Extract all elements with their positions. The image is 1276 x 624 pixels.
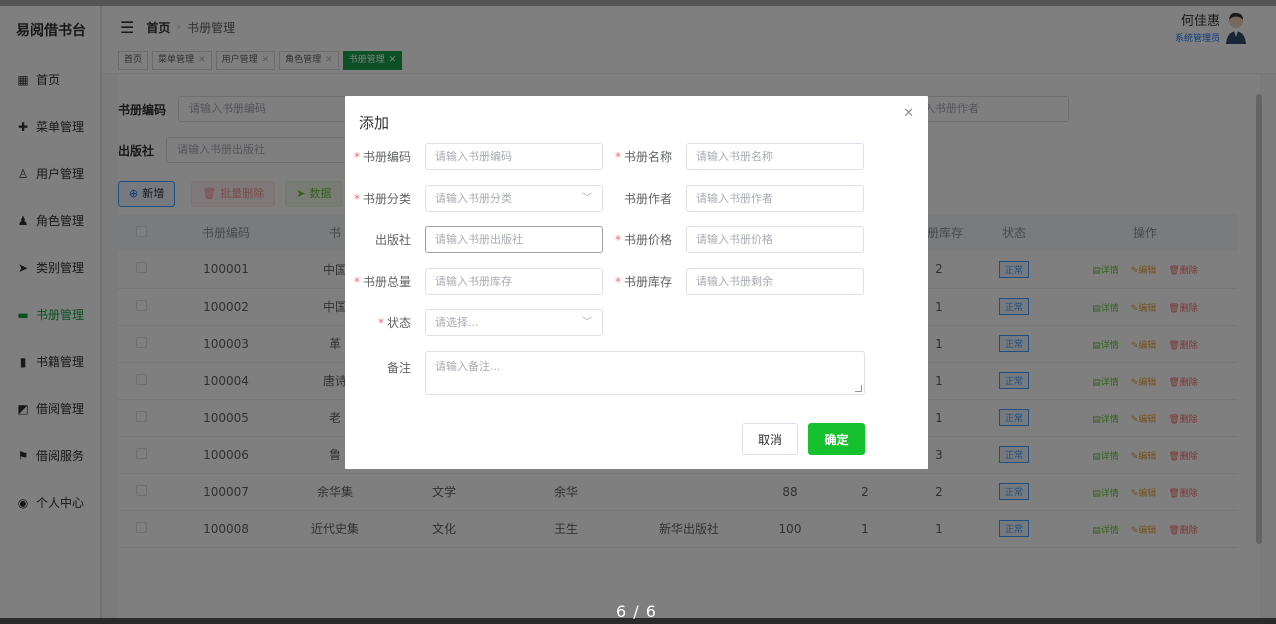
total-input[interactable]: 请输入书册库存	[425, 268, 603, 295]
field-remark: 备注 请输入备注...	[345, 351, 865, 395]
field-author-label: 书册作者	[623, 192, 672, 206]
close-icon[interactable]: ✕	[903, 106, 914, 121]
confirm-button[interactable]: 确定	[808, 423, 865, 455]
chevron-down-icon: ﹀	[582, 317, 592, 328]
field-name-label: * 书册名称	[614, 150, 672, 164]
field-author: 书册作者 请输入书册作者	[606, 185, 864, 212]
remark-placeholder: 请输入备注...	[435, 360, 501, 373]
category-select[interactable]: 请输入书册分类 ﹀	[425, 185, 603, 212]
field-code: * 书册编码 请输入书册编码	[345, 143, 603, 170]
cancel-button[interactable]: 取消	[742, 423, 798, 455]
field-stock: * 书册库存 请输入书册剩余	[606, 268, 864, 295]
window-top-strip	[0, 0, 1276, 6]
page-indicator: 6 / 6	[616, 602, 657, 621]
publisher-input[interactable]: 请输入书册出版社	[425, 226, 603, 253]
field-status: * 状态 请选择... ﹀	[345, 309, 603, 336]
stock-input[interactable]: 请输入书册剩余	[686, 268, 864, 295]
field-code-label: * 书册编码	[353, 150, 411, 164]
field-stock-label: * 书册库存	[614, 275, 672, 289]
field-price-label: * 书册价格	[614, 233, 672, 247]
field-status-label: * 状态	[377, 316, 411, 330]
resize-handle-icon[interactable]	[855, 385, 862, 392]
field-total: * 书册总量 请输入书册库存	[345, 268, 603, 295]
status-select[interactable]: 请选择... ﹀	[425, 309, 603, 336]
field-publisher: 出版社 请输入书册出版社	[345, 226, 603, 253]
field-category: * 书册分类 请输入书册分类 ﹀	[345, 185, 603, 212]
code-input[interactable]: 请输入书册编码	[425, 143, 603, 170]
field-remark-label: 备注	[386, 361, 411, 375]
chevron-down-icon: ﹀	[582, 193, 592, 204]
field-price: * 书册价格 请输入书册价格	[606, 226, 864, 253]
field-publisher-label: 出版社	[374, 233, 411, 247]
add-book-dialog: 添加 ✕ * 书册编码 请输入书册编码 * 书册名称 请输入书册名称 * 书册分类 请…	[345, 96, 928, 469]
dialog-title: 添加	[359, 114, 390, 132]
author-input[interactable]: 请输入书册作者	[686, 185, 864, 212]
field-total-label: * 书册总量	[353, 275, 411, 289]
remark-textarea[interactable]: 请输入备注...	[425, 351, 865, 395]
name-input[interactable]: 请输入书册名称	[686, 143, 864, 170]
status-placeholder: 请选择...	[435, 316, 479, 329]
field-name: * 书册名称 请输入书册名称	[606, 143, 864, 170]
field-category-label: * 书册分类	[353, 192, 411, 206]
price-input[interactable]: 请输入书册价格	[686, 226, 864, 253]
category-placeholder: 请输入书册分类	[435, 192, 512, 205]
